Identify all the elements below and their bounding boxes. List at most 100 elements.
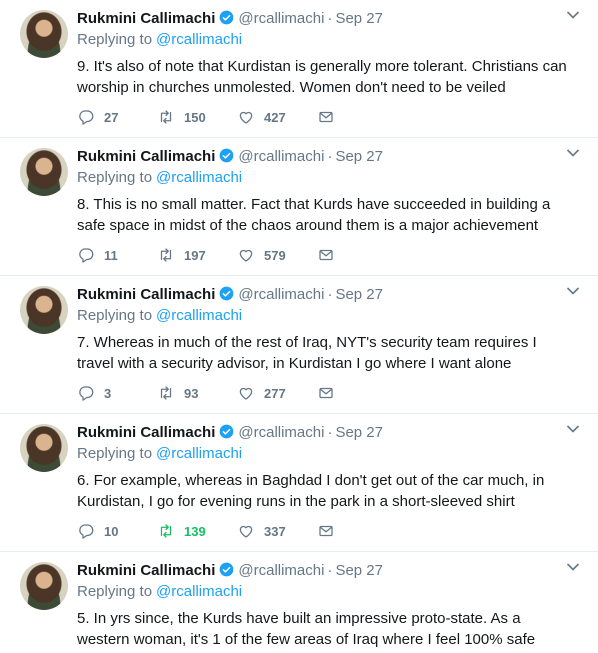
like-button[interactable]: 579 [237,246,317,264]
replying-prefix: Replying to [77,307,153,324]
envelope-icon [319,249,333,261]
tweet-date[interactable]: Sep 27 [335,148,383,165]
replying-prefix: Replying to [77,583,153,600]
tweet-date[interactable]: Sep 27 [335,424,383,441]
tweet-date[interactable]: Sep 27 [335,562,383,579]
avatar[interactable] [20,424,68,472]
chevron-down-icon[interactable] [566,424,580,434]
tweet-date[interactable]: Sep 27 [335,10,383,27]
separator-dot: · [327,286,333,303]
author-handle[interactable]: @rcallimachi [238,562,324,579]
tweet-header: Rukmini Callimachi @rcallimachi · Sep 27 [77,560,383,580]
tweet[interactable]: Rukmini Callimachi @rcallimachi · Sep 27… [0,0,598,138]
retweet-count: 197 [184,247,206,263]
avatar[interactable] [20,148,68,196]
author-handle[interactable]: @rcallimachi [238,10,324,27]
author-name[interactable]: Rukmini Callimachi [77,148,215,165]
verified-badge-icon [220,286,234,301]
replying-prefix: Replying to [77,445,153,462]
author-name[interactable]: Rukmini Callimachi [77,424,215,441]
replying-mention-link[interactable]: @rcallimachi [156,31,242,48]
like-count: 337 [264,523,286,539]
retweet-count: 93 [184,385,199,401]
reply-button[interactable]: 27 [77,108,157,126]
replying-mention-link[interactable]: @rcallimachi [156,445,242,462]
replying-to: Replying to @rcallimachi [77,307,242,324]
reply-button[interactable]: 11 [77,246,157,264]
envelope-icon [319,387,333,399]
tweet-text: 7. Whereas in much of the rest of Iraq, … [77,334,537,372]
tweet[interactable]: Rukmini Callimachi @rcallimachi · Sep 27… [0,414,598,552]
separator-dot: · [327,10,333,27]
envelope-icon [319,111,333,123]
reply-icon [79,248,94,263]
chevron-down-icon[interactable] [566,562,580,572]
tweet[interactable]: Rukmini Callimachi @rcallimachi · Sep 27… [0,552,598,653]
separator-dot: · [327,148,333,165]
reply-icon [79,386,94,401]
envelope-icon [319,525,333,537]
replying-to: Replying to @rcallimachi [77,445,242,462]
retweet-button[interactable]: 150 [157,108,237,126]
heart-icon [239,387,253,400]
author-handle[interactable]: @rcallimachi [238,286,324,303]
dm-button[interactable] [317,522,335,540]
verified-badge-icon [220,424,234,439]
avatar[interactable] [20,10,68,58]
like-button[interactable]: 427 [237,108,317,126]
like-button[interactable]: 337 [237,522,317,540]
retweet-button[interactable]: 93 [157,384,237,402]
retweet-button[interactable]: 197 [157,246,237,264]
tweet-text: 5. In yrs since, the Kurds have built an… [77,610,536,648]
replying-to: Replying to @rcallimachi [77,169,242,186]
like-count: 579 [264,247,286,263]
retweet-icon [160,248,172,262]
chevron-down-icon[interactable] [566,10,580,20]
reply-count: 11 [104,247,118,263]
author-name[interactable]: Rukmini Callimachi [77,562,215,579]
tweet-header: Rukmini Callimachi @rcallimachi · Sep 27 [77,422,383,442]
tweet-header: Rukmini Callimachi @rcallimachi · Sep 27 [77,146,383,166]
avatar[interactable] [20,286,68,334]
dm-button[interactable] [317,246,335,264]
retweet-button[interactable]: 139 [157,522,237,540]
dm-button[interactable] [317,108,335,126]
tweet-header: Rukmini Callimachi @rcallimachi · Sep 27 [77,284,383,304]
avatar[interactable] [20,562,68,610]
separator-dot: · [327,562,333,579]
dm-button[interactable] [317,384,335,402]
verified-badge-icon [220,562,234,577]
verified-badge-icon [220,148,234,163]
timeline-feed: Rukmini Callimachi @rcallimachi · Sep 27… [0,0,598,653]
replying-mention-link[interactable]: @rcallimachi [156,169,242,186]
tweet[interactable]: Rukmini Callimachi @rcallimachi · Sep 27… [0,138,598,276]
reply-icon [79,110,94,125]
reply-count: 10 [104,523,119,539]
tweet[interactable]: Rukmini Callimachi @rcallimachi · Sep 27… [0,276,598,414]
tweet-text: 8. This is no small matter. Fact that Ku… [77,196,551,234]
replying-mention-link[interactable]: @rcallimachi [156,307,242,324]
tweet-text: 6. For example, whereas in Baghdad I don… [77,472,545,510]
author-name[interactable]: Rukmini Callimachi [77,286,215,303]
reply-button[interactable]: 3 [77,384,157,402]
replying-mention-link[interactable]: @rcallimachi [156,583,242,600]
retweet-icon [160,524,172,538]
like-count: 277 [264,385,286,401]
reply-count: 27 [104,109,119,125]
chevron-down-icon[interactable] [566,148,580,158]
tweet-header: Rukmini Callimachi @rcallimachi · Sep 27 [77,8,383,28]
retweet-count: 139 [184,523,206,539]
author-handle[interactable]: @rcallimachi [238,148,324,165]
verified-badge-icon [220,10,234,25]
like-button[interactable]: 277 [237,384,317,402]
reply-button[interactable]: 10 [77,522,157,540]
tweet-text: 9. It's also of note that Kurdistan is g… [77,58,567,96]
author-name[interactable]: Rukmini Callimachi [77,10,215,27]
tweet-actions: 3 93 277 [77,383,335,403]
heart-icon [239,111,253,124]
tweet-actions: 11 197 579 [77,245,335,265]
chevron-down-icon[interactable] [566,286,580,296]
author-handle[interactable]: @rcallimachi [238,424,324,441]
tweet-date[interactable]: Sep 27 [335,286,383,303]
separator-dot: · [327,424,333,441]
